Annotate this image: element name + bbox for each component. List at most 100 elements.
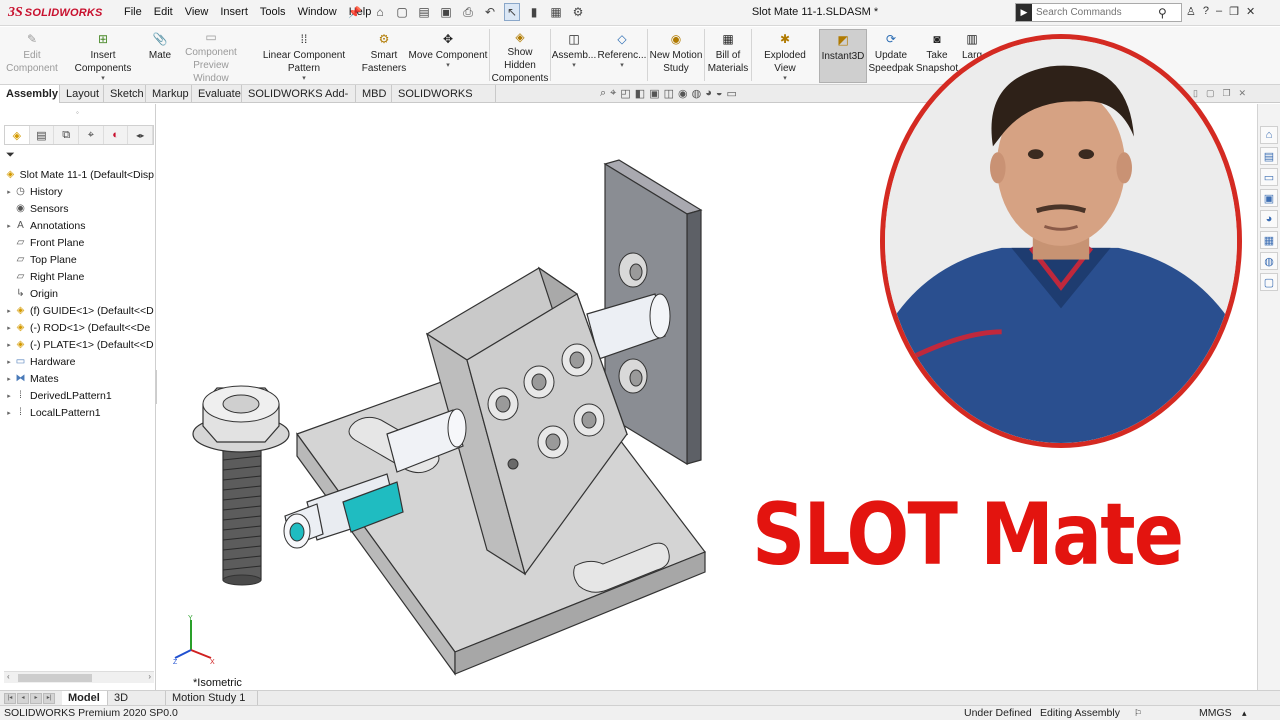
reference-geometry-button[interactable]: ◇ Referenc... ▾ — [598, 29, 647, 83]
instant3d-button[interactable]: ◩ Instant3D — [819, 29, 867, 83]
tree-item[interactable]: ▸ A Annotations — [4, 217, 154, 234]
display-manager-tab-icon[interactable]: ◐ — [104, 126, 129, 144]
undo-icon[interactable]: ↶ — [482, 3, 498, 21]
expand-arrow-icon[interactable]: ▸ — [4, 375, 14, 383]
solidworks-resources-icon[interactable]: ⌂ — [1260, 126, 1278, 144]
viewport-close-icon[interactable]: ✕ — [1239, 88, 1247, 99]
expand-arrow-icon[interactable]: ▸ — [4, 188, 14, 196]
solidworks-logo[interactable]: 3S SOLIDWORKS — [8, 5, 103, 21]
select-pointer-icon[interactable]: ↖ — [504, 3, 520, 21]
home-icon[interactable]: ⌂ — [372, 3, 388, 21]
expand-arrow-icon[interactable]: ▸ — [4, 392, 14, 400]
tab-evaluate[interactable]: Evaluate — [192, 85, 242, 103]
search-commands-box[interactable]: ▶ ⚲ — [1015, 3, 1182, 22]
property-manager-tab-icon[interactable]: ▤ — [30, 126, 55, 144]
dropdown-arrow-icon[interactable]: ▾ — [302, 75, 306, 83]
display-style-icon[interactable]: ◉ — [678, 87, 688, 100]
design-library-icon[interactable]: ▤ — [1260, 147, 1278, 165]
tree-item[interactable]: ◉ Sensors — [4, 200, 154, 217]
options-gear-icon[interactable]: ⚙ — [570, 3, 586, 21]
file-explorer-icon[interactable]: ▭ — [1260, 168, 1278, 186]
close-icon[interactable]: ✕ — [1246, 5, 1255, 18]
menu-edit[interactable]: Edit — [148, 6, 179, 18]
first-tab-icon[interactable]: |◂ — [4, 693, 16, 704]
new-document-icon[interactable]: ▢ — [394, 3, 410, 21]
tree-item[interactable]: ▸ ▭ Hardware — [4, 353, 154, 370]
flange-bolt-part[interactable] — [192, 385, 290, 586]
configuration-manager-tab-icon[interactable]: ⧉ — [54, 126, 80, 144]
expand-arrow-icon[interactable]: ▸ — [4, 307, 14, 315]
next-tab-icon[interactable]: ▸ — [30, 693, 42, 704]
zoom-to-area-icon[interactable]: ⌖ — [610, 87, 616, 100]
custom-properties-icon[interactable]: ▦ — [1260, 231, 1278, 249]
horizontal-scrollbar[interactable]: ‹ › — [4, 671, 154, 683]
bill-of-materials-button[interactable]: ▦ Bill of Materials — [706, 29, 750, 83]
viewport-maximize-icon[interactable]: ❐ — [1222, 88, 1230, 99]
last-tab-icon[interactable]: ▸| — [43, 693, 55, 704]
dimxpert-tab-icon[interactable]: ⌖ — [79, 126, 104, 144]
edit-component-button[interactable]: ✎ Edit Component — [4, 29, 60, 83]
edit-appearance-icon[interactable]: ◕ — [705, 87, 712, 100]
restore-icon[interactable]: ❐ — [1229, 5, 1239, 18]
viewport-minimize-icon[interactable]: ▯ — [1193, 88, 1198, 99]
tree-item[interactable]: ▸ ⁞ DerivedLPattern1 — [4, 387, 154, 404]
units-dropdown-icon[interactable]: ▴ — [1242, 706, 1247, 720]
appearances-icon[interactable]: ◕ — [1260, 210, 1278, 228]
zoom-to-fit-icon[interactable]: ⌕ — [600, 87, 606, 100]
dropdown-arrow-icon[interactable]: ▾ — [620, 62, 624, 70]
unit-system[interactable]: MMGS — [1199, 706, 1232, 720]
tree-item[interactable]: ▸ ◈ (f) GUIDE<1> (Default<<D — [4, 302, 154, 319]
dynamic-annotation-icon[interactable]: ▣ — [649, 87, 659, 100]
tree-item[interactable]: ▸ ◈ (-) PLATE<1> (Default<<D — [4, 336, 154, 353]
tree-item[interactable]: ▸ ◷ History — [4, 183, 154, 200]
previous-view-icon[interactable]: ◰ — [620, 87, 630, 100]
tree-item[interactable]: ▱ Front Plane — [4, 234, 154, 251]
viewport-restore-icon[interactable]: ▢ — [1206, 88, 1215, 99]
dropdown-arrow-icon[interactable]: ▾ — [446, 62, 450, 70]
tree-item[interactable]: ▸ ◈ (-) ROD<1> (Default<<De — [4, 319, 154, 336]
search-commands-input[interactable] — [1036, 7, 1156, 18]
feature-manager-tab-icon[interactable]: ◈ — [5, 126, 30, 144]
tab-motion-study-1[interactable]: Motion Study 1 — [166, 691, 258, 706]
update-speedpak-button[interactable]: ⟳ Update Speedpak — [868, 29, 913, 83]
component-preview-button[interactable]: ▭ Component Preview Window — [176, 29, 246, 85]
exploded-view-button[interactable]: ✱ Exploded View ▾ — [753, 29, 817, 83]
tab-sketch[interactable]: Sketch — [104, 85, 146, 103]
comments-icon[interactable]: ▢ — [1260, 273, 1278, 291]
help-icon[interactable]: ? — [1203, 5, 1209, 18]
tab-model[interactable]: Model — [62, 691, 108, 706]
scrollbar-thumb[interactable] — [18, 674, 92, 682]
expand-arrow-icon[interactable]: ▸ — [4, 358, 14, 366]
view-palette-icon[interactable]: ▣ — [1260, 189, 1278, 207]
tree-item[interactable]: ↳ Origin — [4, 285, 154, 302]
expand-arrow-icon[interactable]: ▸ — [4, 222, 14, 230]
section-view-icon[interactable]: ◧ — [635, 87, 645, 100]
tab-layout[interactable]: Layout — [60, 85, 104, 103]
view-settings-icon[interactable]: ▭ — [727, 87, 737, 100]
rebuild-status-icon[interactable]: ⚐ — [1134, 706, 1142, 720]
linear-component-pattern-button[interactable]: ⁞⁞ Linear Component Pattern ▾ — [248, 29, 360, 83]
forum-icon[interactable]: ◍ — [1260, 252, 1278, 270]
pin-menu-icon[interactable]: 📌 — [348, 6, 362, 19]
show-hidden-components-button[interactable]: ◈ Show Hidden Components — [491, 29, 549, 85]
tree-filter-icon[interactable]: ⏷ — [6, 149, 15, 162]
mate-button[interactable]: 📎 Mate — [146, 29, 174, 83]
tab-solidworks-add-ins[interactable]: SOLIDWORKS Add-Ins — [242, 85, 356, 118]
panel-grip-icon[interactable]: ◦ — [76, 108, 79, 117]
tree-item[interactable]: ▱ Top Plane — [4, 251, 154, 268]
expand-arrow-icon[interactable]: ▸ — [4, 409, 14, 417]
apply-scene-icon[interactable]: ◒ — [716, 87, 723, 100]
assembly-3d-model[interactable] — [157, 104, 857, 690]
smart-fasteners-button[interactable]: ⚙ Smart Fasteners — [362, 29, 406, 83]
tab-assembly[interactable]: Assembly — [0, 85, 60, 103]
assembly-features-button[interactable]: ◫ Assemb... ▾ — [552, 29, 596, 83]
menu-file[interactable]: File — [118, 6, 148, 18]
tabs-scroll-icon[interactable]: ◂▸ — [128, 126, 154, 144]
print-icon[interactable]: ⎙ — [460, 3, 476, 21]
menu-view[interactable]: View — [179, 6, 215, 18]
insert-components-button[interactable]: ⊞ Insert Components ▾ — [62, 29, 144, 83]
tree-item[interactable]: ▸ ⧓ Mates — [4, 370, 154, 387]
rebuild-icon[interactable]: ▮ — [526, 3, 542, 21]
tab-solidworks-cam[interactable]: SOLIDWORKS CAM — [392, 85, 496, 118]
user-icon[interactable]: ♙ — [1186, 5, 1196, 18]
